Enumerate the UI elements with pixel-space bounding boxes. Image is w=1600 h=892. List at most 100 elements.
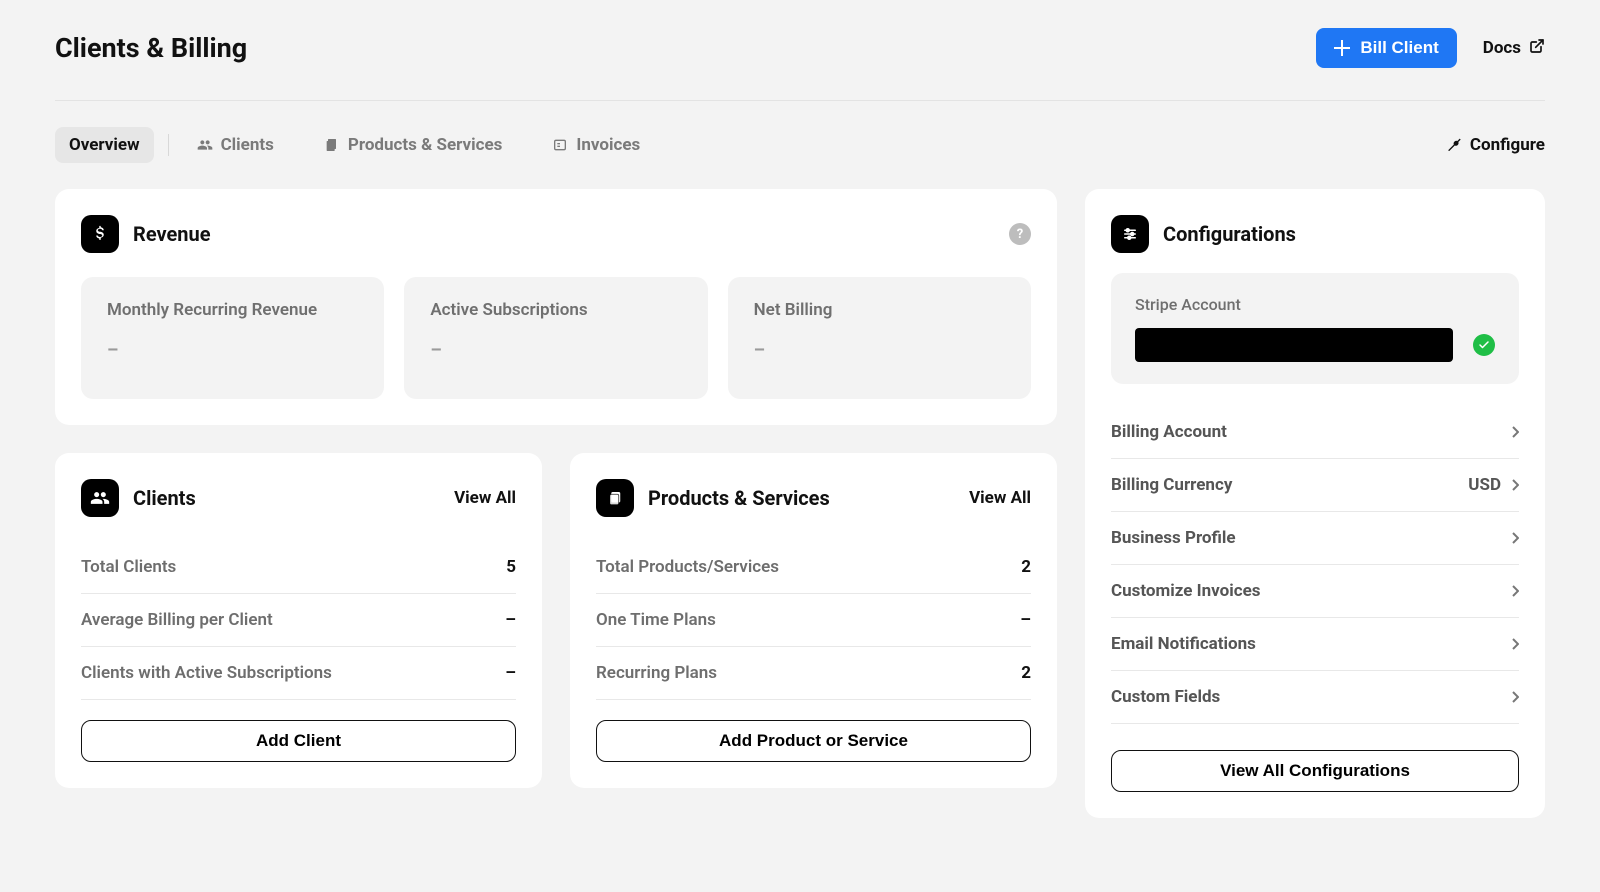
stat-label: Net Billing xyxy=(754,299,1005,322)
metric-label: Total Products/Services xyxy=(596,557,779,577)
config-label: Billing Account xyxy=(1111,422,1227,442)
metric-label: Clients with Active Subscriptions xyxy=(81,663,332,683)
invoice-icon xyxy=(552,137,568,153)
header-actions: Bill Client Docs xyxy=(1316,28,1545,68)
stack-icon xyxy=(596,479,634,517)
stack-icon xyxy=(324,137,340,153)
config-item-billing-currency[interactable]: Billing Currency USD xyxy=(1111,459,1519,512)
view-all-products[interactable]: View All xyxy=(969,488,1031,508)
chevron-right-icon xyxy=(1511,426,1519,438)
configurations-card: Configurations Stripe Account Billing Ac… xyxy=(1085,189,1545,818)
metric-value: – xyxy=(1020,610,1031,630)
metric-value: 2 xyxy=(1021,663,1031,683)
view-all-clients[interactable]: View All xyxy=(454,488,516,508)
chevron-right-icon xyxy=(1511,638,1519,650)
add-product-button[interactable]: Add Product or Service xyxy=(596,720,1031,762)
dollar-icon xyxy=(81,215,119,253)
metric-value: 5 xyxy=(506,557,516,577)
tab-label: Clients xyxy=(221,135,274,155)
stat-mrr: Monthly Recurring Revenue – xyxy=(81,277,384,399)
stat-value: – xyxy=(107,340,358,361)
check-icon xyxy=(1473,334,1495,356)
metric-row: Recurring Plans 2 xyxy=(596,647,1031,700)
revenue-card: Revenue ? Monthly Recurring Revenue – Ac… xyxy=(55,189,1057,425)
sliders-icon xyxy=(1111,215,1149,253)
tab-overview[interactable]: Overview xyxy=(55,127,154,163)
users-icon xyxy=(81,479,119,517)
tab-label: Products & Services xyxy=(348,135,503,155)
clients-metrics: Total Clients 5 Average Billing per Clie… xyxy=(81,541,516,700)
chevron-right-icon xyxy=(1511,691,1519,703)
metric-value: – xyxy=(505,610,516,630)
config-label: Email Notifications xyxy=(1111,634,1256,654)
wrench-icon xyxy=(1446,135,1462,156)
view-all-configurations-button[interactable]: View All Configurations xyxy=(1111,750,1519,792)
config-label: Customize Invoices xyxy=(1111,581,1261,601)
docs-label: Docs xyxy=(1483,38,1521,58)
two-col: Clients View All Total Clients 5 Average… xyxy=(55,453,1057,788)
tab-invoices[interactable]: Invoices xyxy=(538,127,654,163)
config-label: Custom Fields xyxy=(1111,687,1220,707)
stat-active-subs: Active Subscriptions – xyxy=(404,277,707,399)
metric-row: Average Billing per Client – xyxy=(81,594,516,647)
bill-client-label: Bill Client xyxy=(1360,38,1438,58)
users-icon xyxy=(197,137,213,153)
config-value: USD xyxy=(1468,475,1501,495)
stripe-account-box: Stripe Account xyxy=(1111,273,1519,384)
config-label: Billing Currency xyxy=(1111,475,1232,495)
stat-label: Active Subscriptions xyxy=(430,299,681,322)
config-items: Billing Account Billing Currency USD Bus… xyxy=(1111,406,1519,724)
metric-row: Total Clients 5 xyxy=(81,541,516,594)
tab-divider xyxy=(168,134,169,156)
help-icon[interactable]: ? xyxy=(1009,223,1031,245)
stripe-label: Stripe Account xyxy=(1135,295,1495,314)
config-item-business-profile[interactable]: Business Profile xyxy=(1111,512,1519,565)
config-item-billing-account[interactable]: Billing Account xyxy=(1111,406,1519,459)
tab-label: Overview xyxy=(69,135,140,155)
clients-card: Clients View All Total Clients 5 Average… xyxy=(55,453,542,788)
page-header: Clients & Billing Bill Client Docs xyxy=(55,28,1545,101)
stat-value: – xyxy=(754,340,1005,361)
metric-label: Recurring Plans xyxy=(596,663,717,683)
metric-row: Total Products/Services 2 xyxy=(596,541,1031,594)
configurations-title: Configurations xyxy=(1163,222,1296,246)
clients-title: Clients xyxy=(133,486,196,510)
products-metrics: Total Products/Services 2 One Time Plans… xyxy=(596,541,1031,700)
tab-products[interactable]: Products & Services xyxy=(310,127,517,163)
stat-value: – xyxy=(430,340,681,361)
page-title: Clients & Billing xyxy=(55,32,247,64)
config-item-email-notifications[interactable]: Email Notifications xyxy=(1111,618,1519,671)
plus-icon xyxy=(1334,40,1350,56)
tabs-row: Overview Clients Products & Services Inv xyxy=(55,101,1545,189)
configure-button[interactable]: Configure xyxy=(1446,135,1545,156)
metric-label: Total Clients xyxy=(81,557,176,577)
main-grid: Revenue ? Monthly Recurring Revenue – Ac… xyxy=(55,189,1545,818)
tabs: Overview Clients Products & Services Inv xyxy=(55,127,654,163)
chevron-right-icon xyxy=(1511,532,1519,544)
docs-link[interactable]: Docs xyxy=(1483,38,1545,59)
config-label: Business Profile xyxy=(1111,528,1236,548)
metric-row: Clients with Active Subscriptions – xyxy=(81,647,516,700)
bill-client-button[interactable]: Bill Client xyxy=(1316,28,1456,68)
left-column: Revenue ? Monthly Recurring Revenue – Ac… xyxy=(55,189,1057,788)
metric-value: 2 xyxy=(1021,557,1031,577)
products-card: Products & Services View All Total Produ… xyxy=(570,453,1057,788)
chevron-right-icon xyxy=(1511,479,1519,491)
metric-row: One Time Plans – xyxy=(596,594,1031,647)
metric-label: Average Billing per Client xyxy=(81,610,273,630)
tab-clients[interactable]: Clients xyxy=(183,127,288,163)
config-item-custom-fields[interactable]: Custom Fields xyxy=(1111,671,1519,724)
config-item-customize-invoices[interactable]: Customize Invoices xyxy=(1111,565,1519,618)
external-link-icon xyxy=(1529,38,1545,59)
tab-label: Invoices xyxy=(576,135,640,155)
configure-label: Configure xyxy=(1470,135,1545,155)
add-client-button[interactable]: Add Client xyxy=(81,720,516,762)
products-title: Products & Services xyxy=(648,486,830,510)
revenue-title: Revenue xyxy=(133,222,211,246)
chevron-right-icon xyxy=(1511,585,1519,597)
revenue-stats: Monthly Recurring Revenue – Active Subsc… xyxy=(81,277,1031,399)
metric-value: – xyxy=(505,663,516,683)
stripe-account-value xyxy=(1135,328,1453,362)
stat-label: Monthly Recurring Revenue xyxy=(107,299,358,322)
metric-label: One Time Plans xyxy=(596,610,716,630)
